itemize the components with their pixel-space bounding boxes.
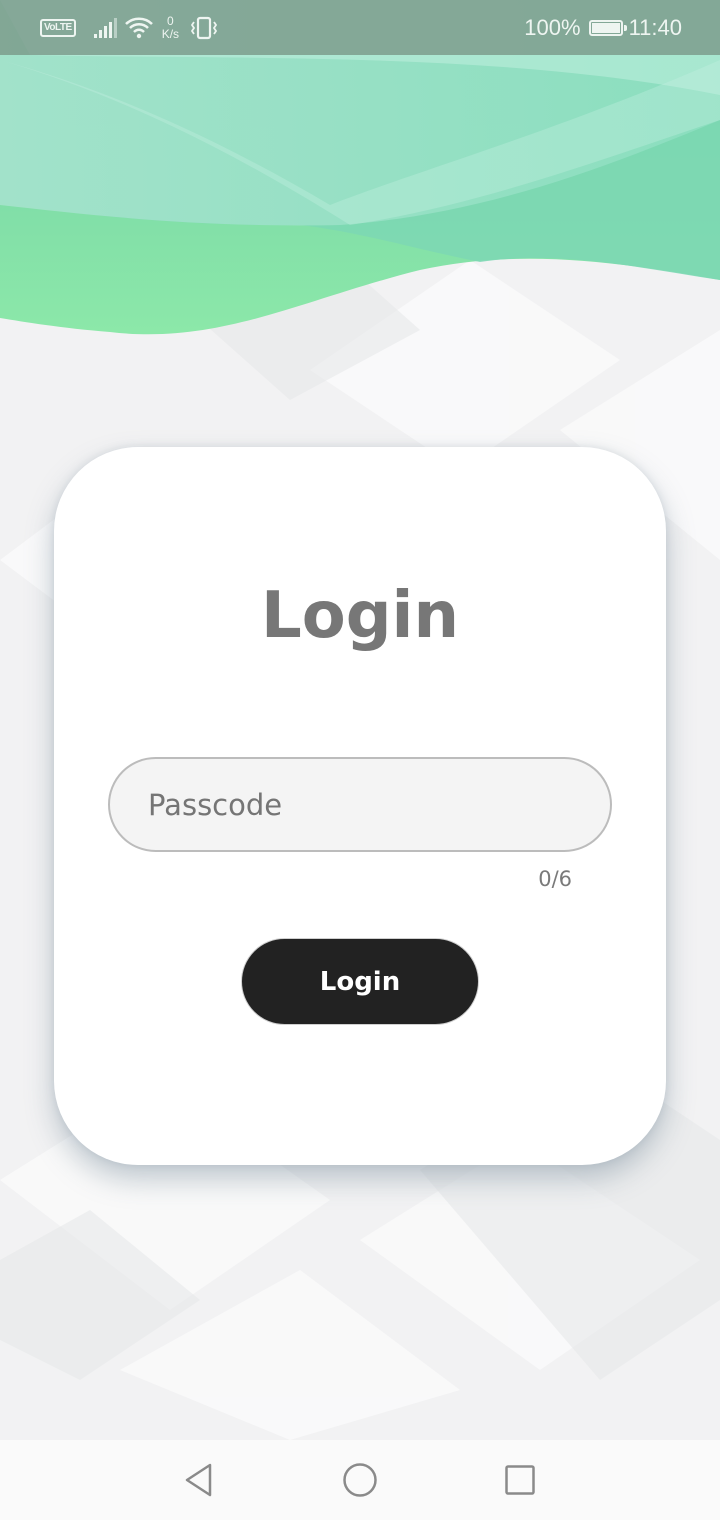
- clock: 11:40: [628, 15, 682, 40]
- battery-icon: [588, 20, 627, 36]
- status-bar: VoLTE 0 K/s 100% 11:40: [0, 0, 720, 55]
- recents-icon[interactable]: [500, 1460, 540, 1500]
- status-right-group: 100% 11:40: [524, 12, 682, 44]
- navigation-bar: [0, 1440, 720, 1520]
- battery-percent: 100%: [524, 15, 581, 40]
- passcode-input[interactable]: [108, 757, 612, 852]
- wifi-icon: [124, 17, 153, 39]
- volte-icon: VoLTE: [40, 19, 76, 37]
- login-title: Login: [260, 579, 460, 653]
- vibrate-icon: [190, 16, 218, 40]
- status-left-group: VoLTE 0 K/s: [40, 12, 219, 44]
- home-icon[interactable]: [340, 1460, 380, 1500]
- back-icon[interactable]: [180, 1460, 220, 1500]
- battery-level-fill: [591, 23, 620, 33]
- login-button[interactable]: Login: [241, 938, 479, 1025]
- passcode-char-counter: 0/6: [538, 867, 572, 891]
- signal-icon: [93, 18, 117, 38]
- network-speed-unit: K/s: [161, 27, 180, 41]
- network-speed: 0 K/s: [162, 15, 179, 41]
